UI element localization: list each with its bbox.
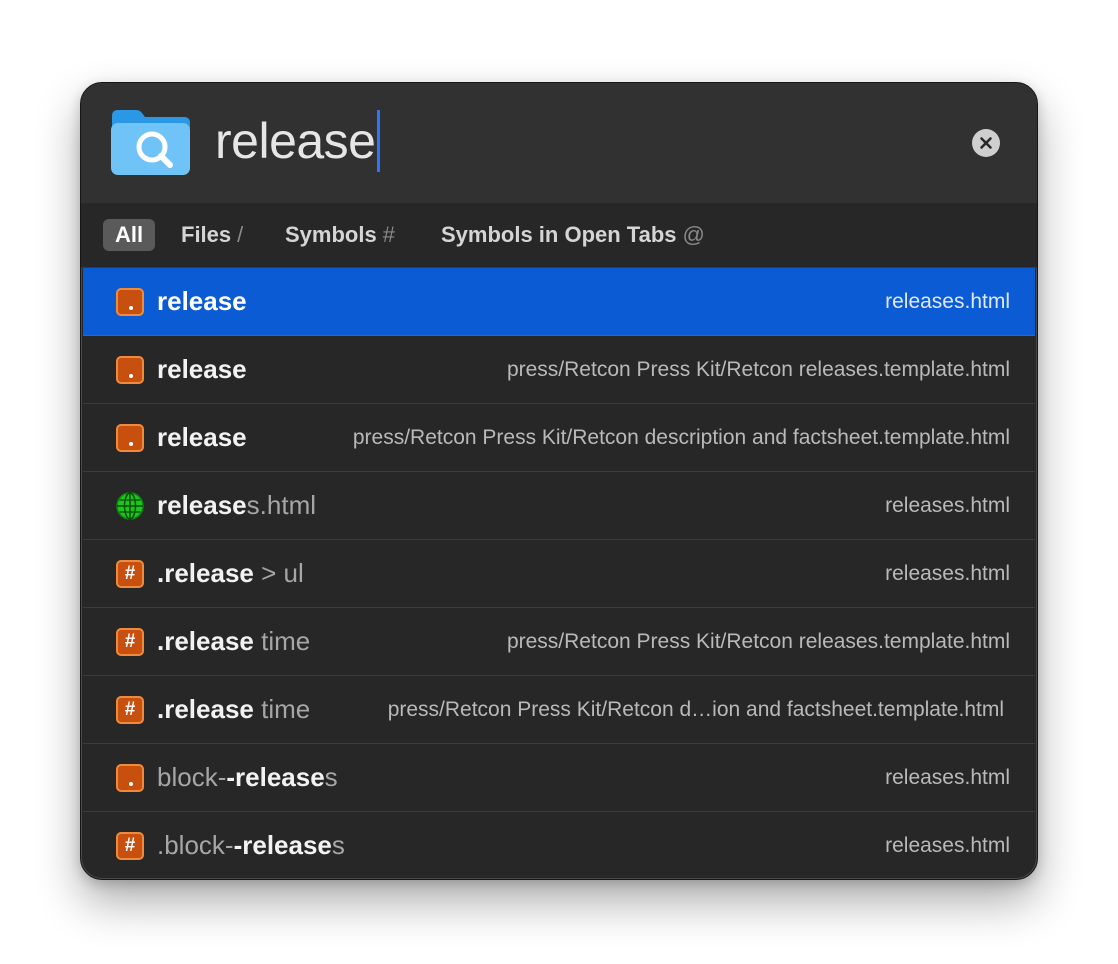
result-name: release <box>157 354 247 384</box>
tab-label: Symbols <box>285 222 377 247</box>
tab-files[interactable]: Files / <box>181 219 243 251</box>
globe-icon <box>116 492 144 520</box>
result-name: release <box>157 422 247 452</box>
element-dot-icon <box>116 288 144 316</box>
result-path: press/Retcon Press Kit/Retcon releases.t… <box>506 630 1010 653</box>
result-row[interactable]: # .release time press/Retcon Press Kit/R… <box>83 676 1035 744</box>
result-name: .release > ul <box>157 558 304 588</box>
result-path: press/Retcon Press Kit/Retcon d…ion and … <box>387 698 1004 721</box>
element-dot-icon <box>116 764 144 792</box>
tab-label: All <box>115 222 144 247</box>
result-row[interactable]: # .block--releases releases.html <box>83 812 1035 879</box>
tab-label: Files <box>181 222 232 247</box>
close-icon <box>980 137 992 149</box>
result-path: press/Retcon Press Kit/Retcon descriptio… <box>352 426 1010 449</box>
result-row[interactable]: release press/Retcon Press Kit/Retcon de… <box>83 404 1035 472</box>
search-input[interactable]: release <box>215 109 380 173</box>
result-path: releases.html <box>885 494 1010 517</box>
element-dot-icon <box>116 424 144 452</box>
result-path: releases.html <box>885 766 1010 789</box>
tab-symbols-open-tabs[interactable]: Symbols in Open Tabs @ <box>441 219 705 251</box>
text-caret <box>376 110 380 172</box>
tab-suffix: # <box>382 222 395 247</box>
result-name: releases.html <box>157 490 316 520</box>
result-row[interactable]: # .release time press/Retcon Press Kit/R… <box>83 608 1035 676</box>
result-name: block--releases <box>157 762 338 792</box>
result-name: .release time <box>157 626 311 656</box>
result-path: releases.html <box>885 834 1010 857</box>
clear-search-button[interactable] <box>972 129 1000 157</box>
tab-suffix: / <box>237 222 244 247</box>
result-name: .release time <box>157 694 311 724</box>
result-row[interactable]: releases.html releases.html <box>83 472 1035 540</box>
result-path: releases.html <box>885 290 1010 313</box>
tab-symbols[interactable]: Symbols # <box>285 219 395 251</box>
hash-icon: # <box>116 560 144 588</box>
result-row[interactable]: release releases.html <box>83 268 1035 336</box>
folder-search-icon <box>111 110 190 175</box>
search-query: release <box>215 113 376 169</box>
tab-label: Symbols in Open Tabs <box>441 222 677 247</box>
result-path: releases.html <box>885 562 1010 585</box>
hash-icon: # <box>116 832 144 860</box>
element-dot-icon <box>116 356 144 384</box>
result-name: release <box>157 286 247 316</box>
hash-icon: # <box>116 628 144 656</box>
scope-tabs: All Files / Symbols # Symbols in Open Tabs… <box>81 203 1037 268</box>
result-path: press/Retcon Press Kit/Retcon releases.t… <box>506 358 1010 381</box>
result-name: .block--releases <box>157 830 345 860</box>
tab-suffix: @ <box>682 222 705 247</box>
tab-all[interactable]: All <box>103 219 156 251</box>
result-row[interactable]: # .release > ul releases.html <box>83 540 1035 608</box>
search-bar: release <box>81 83 1037 203</box>
result-row[interactable]: release press/Retcon Press Kit/Retcon re… <box>83 336 1035 404</box>
quick-open-panel: release All Files / Symbols # Symbols in O… <box>80 82 1038 880</box>
hash-icon: # <box>116 696 144 724</box>
result-row[interactable]: block--releases releases.html <box>83 744 1035 812</box>
